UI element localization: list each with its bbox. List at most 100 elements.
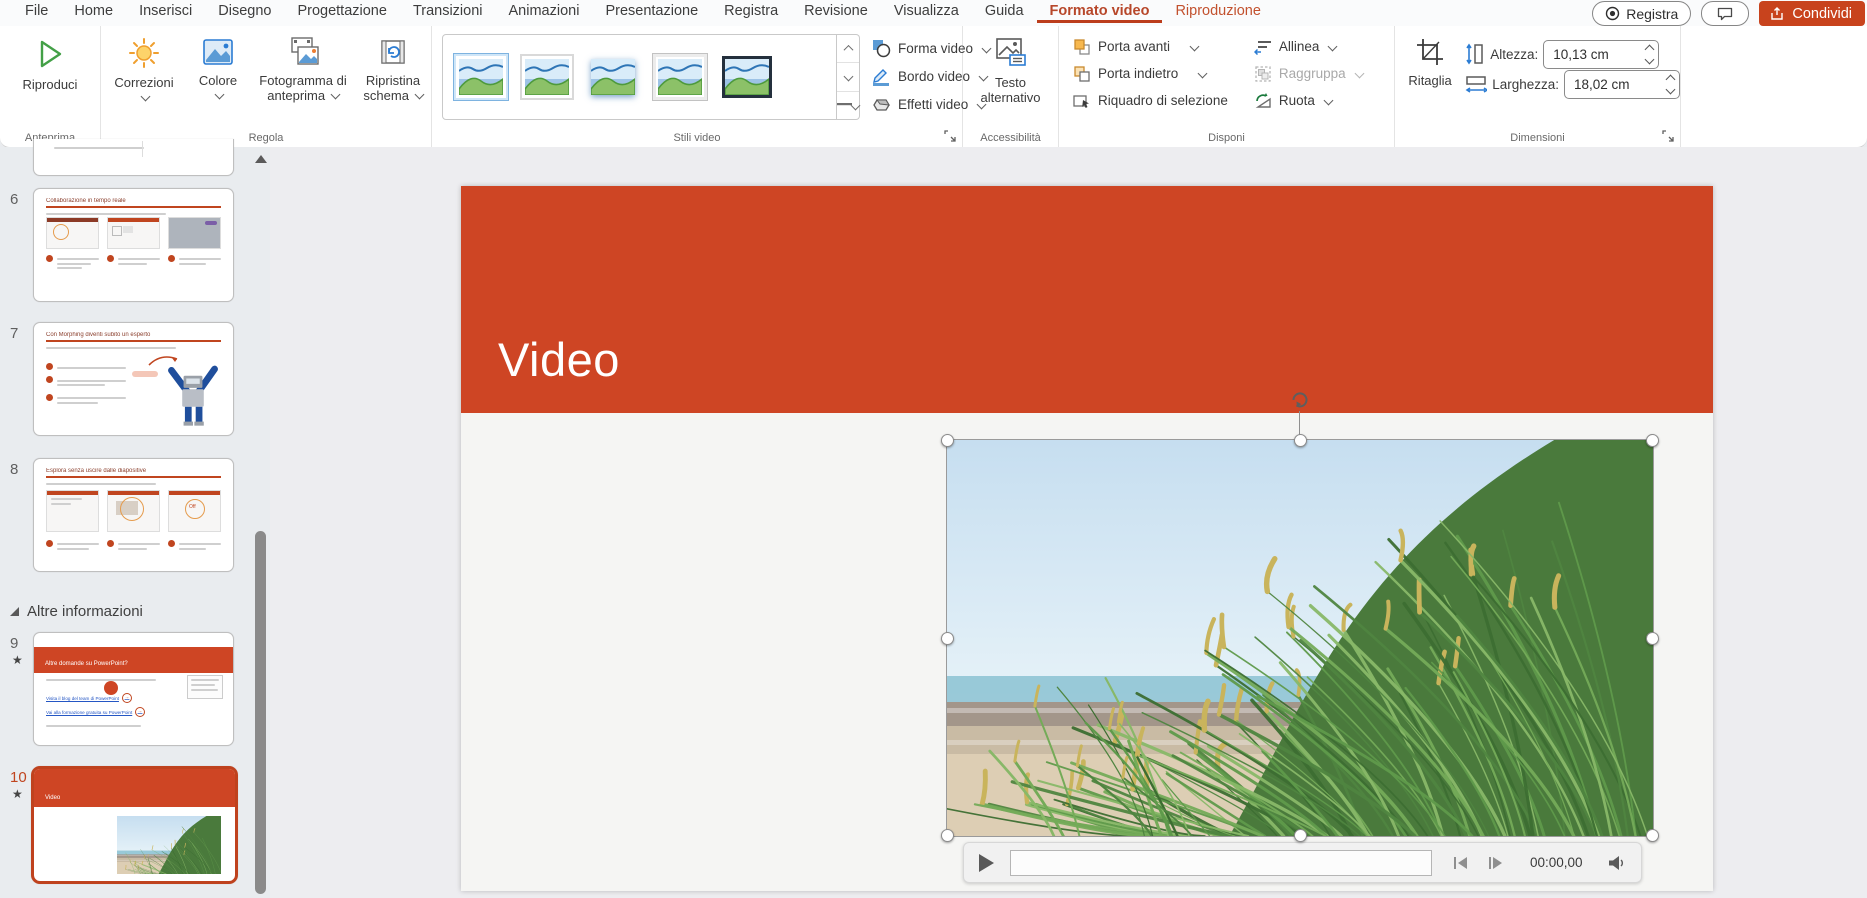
ribbon-group-accessibilita: Testo alternativo Accessibilità [963,26,1059,147]
section-collapse-icon [10,607,19,616]
thumbnail-number: 8 [10,461,18,478]
record-icon [1605,6,1620,21]
share-button[interactable]: Condividi [1759,1,1865,26]
resize-handle-se[interactable] [1646,829,1659,842]
video-thumbnail-image [117,816,221,874]
tab-visualizza[interactable]: Visualizza [881,0,972,23]
reset-design-label: Ripristina schema [357,73,429,103]
comment-icon [1717,7,1733,21]
video-shape-icon [872,39,891,58]
thumbnail-slide-8[interactable]: Esplora senza uscire dalle diapositive O… [33,458,234,572]
comments-button[interactable] [1701,1,1749,26]
thumbnail-slide-9[interactable]: Altre domande su PowerPoint? Visita il b… [33,632,234,746]
gallery-scroll-up[interactable] [837,35,859,63]
width-spinner[interactable] [1667,76,1674,93]
alt-text-icon [994,37,1028,69]
poster-frame-button[interactable]: Fotogramma di anteprima [249,26,357,121]
scroll-up-icon[interactable] [255,155,267,163]
video-progress-bar[interactable] [1010,850,1432,876]
group-button: Raggruppa [1254,60,1363,87]
resize-handle-w[interactable] [941,632,954,645]
resize-handle-sw[interactable] [941,829,954,842]
resize-handle-s[interactable] [1294,829,1307,842]
share-label: Condividi [1792,6,1852,22]
scrollbar-thumb[interactable] [255,531,266,894]
video-object[interactable] [947,440,1653,836]
tab-revisione[interactable]: Revisione [791,0,881,23]
height-label: Altezza: [1490,47,1538,62]
resize-handle-ne[interactable] [1646,434,1659,447]
annotation-arrow-icon [147,351,181,369]
thumbnail-number: 10 [10,769,27,786]
slide-title-banner[interactable]: Video [461,186,1713,413]
height-input[interactable]: 10,13 cm [1543,40,1659,69]
sidebar-scrollbar[interactable] [252,147,269,898]
thumbnail-slide-7[interactable]: Con Morphing diventi subito un esperto [33,322,234,436]
next-frame-button[interactable] [1489,857,1502,869]
height-spinner[interactable] [1646,46,1653,63]
alt-text-button[interactable]: Testo alternativo [963,26,1058,121]
group-label: Raggruppa [1279,66,1346,81]
video-style-option-4[interactable] [652,53,708,101]
play-button[interactable]: Riproduci [0,26,100,121]
crop-label: Ritaglia [1408,73,1451,88]
video-styles-items [442,34,837,120]
reset-design-button[interactable]: Ripristina schema [357,26,429,121]
tab-riproduzione[interactable]: Riproduzione [1162,0,1273,23]
tab-formato-video[interactable]: Formato video [1037,0,1163,23]
thumbnail-number: 6 [10,191,18,208]
poster-frame-label: Fotogramma di anteprima [249,73,357,103]
previous-frame-button[interactable] [1454,857,1467,869]
rotate-handle[interactable] [1287,387,1313,413]
width-value: 18,02 cm [1574,77,1667,92]
tab-guida[interactable]: Guida [972,0,1037,23]
rotate-button[interactable]: Ruota [1254,87,1363,114]
video-time-readout: 00:00,00 [1530,855,1596,870]
send-backward-button[interactable]: Porta indietro [1073,60,1228,87]
tab-presentazione[interactable]: Presentazione [592,0,711,23]
thumb-slide-title: Esplora senza uscire dalle diapositive [46,468,221,474]
video-style-option-5[interactable] [720,54,774,100]
tab-progettazione[interactable]: Progettazione [284,0,399,23]
thumb-slide-title: Altre domande su PowerPoint? [45,661,128,667]
width-input[interactable]: 18,02 cm [1564,70,1680,99]
section-header-altre-informazioni[interactable]: Altre informazioni [10,603,143,620]
tab-home[interactable]: Home [61,0,126,23]
bring-forward-button[interactable]: Porta avanti [1073,33,1228,60]
reset-design-icon [378,37,408,67]
color-button[interactable]: Colore [187,26,249,121]
video-style-option-2[interactable] [520,54,574,100]
tab-transizioni[interactable]: Transizioni [400,0,496,23]
resize-handle-e[interactable] [1646,632,1659,645]
tab-inserisci[interactable]: Inserisci [126,0,205,23]
height-value: 10,13 cm [1553,47,1646,62]
play-video-button[interactable] [979,854,994,872]
resize-handle-nw[interactable] [941,434,954,447]
video-style-option-3[interactable] [586,54,640,100]
gallery-scroll-down[interactable] [837,63,859,91]
size-dialog-launcher-icon[interactable] [1662,130,1675,143]
tab-animazioni[interactable]: Animazioni [496,0,593,23]
resize-handle-n[interactable] [1294,434,1307,447]
record-button[interactable]: Registra [1592,1,1691,26]
tab-registra[interactable]: Registra [711,0,791,23]
thumbnail-slide-6[interactable]: Collaborazione in tempo reale [33,188,234,302]
crop-button[interactable]: Ritaglia [1395,26,1465,121]
tab-file[interactable]: File [12,0,61,23]
slide-title[interactable]: Video [498,332,620,387]
share-icon [1770,7,1785,21]
thumbnail-slide-10-selected[interactable]: Video [31,766,238,884]
styles-dialog-launcher-icon[interactable] [944,130,957,143]
gallery-more-button[interactable] [837,92,859,119]
video-style-option-1[interactable] [454,54,508,100]
volume-icon[interactable] [1608,855,1625,871]
corrections-sun-icon [128,37,160,69]
thumbnail-slide-5-partial[interactable] [33,139,234,176]
selection-pane-button[interactable]: Riquadro di selezione [1073,87,1228,114]
chevron-down-icon [843,72,853,82]
play-icon [33,37,67,71]
tab-disegno[interactable]: Disegno [205,0,284,23]
group-label-stili-video: Stili video [432,132,962,144]
align-button[interactable]: Allinea [1254,33,1363,60]
corrections-button[interactable]: Correzioni [101,26,187,121]
